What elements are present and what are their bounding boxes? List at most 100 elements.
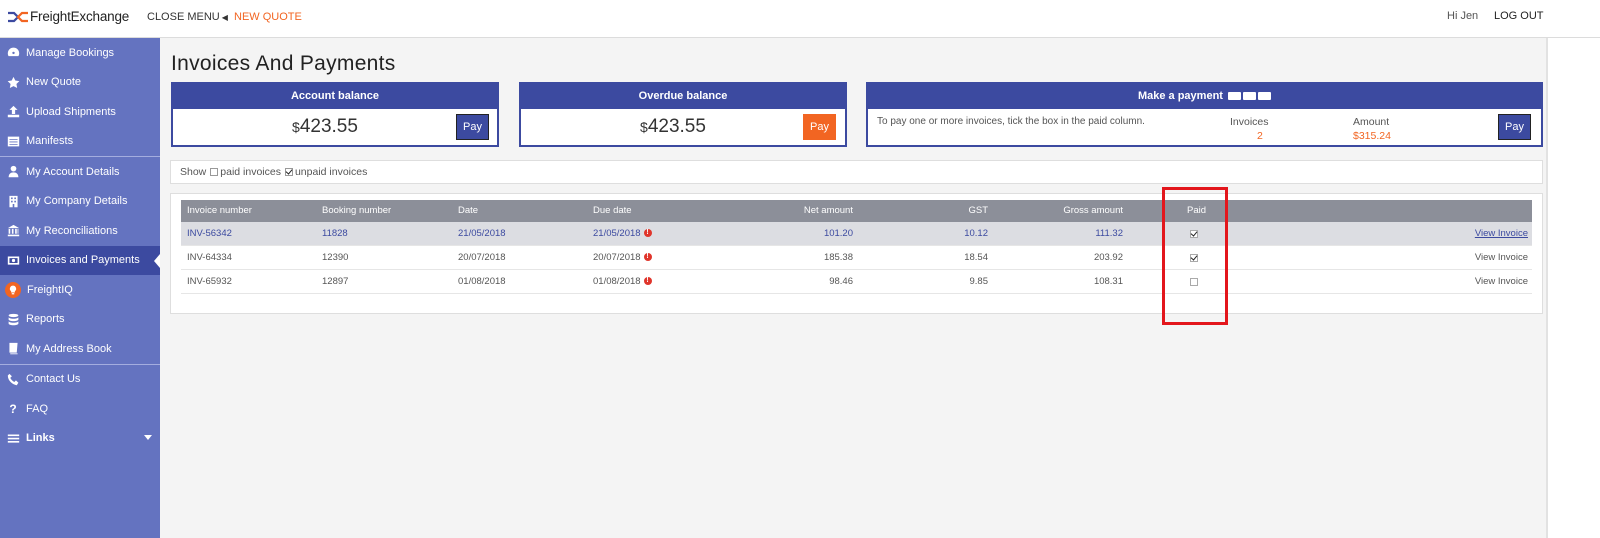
view-invoice-link[interactable]: View Invoice xyxy=(1475,270,1528,294)
gst-amount: 9.85 xyxy=(969,276,989,287)
sidebar: Manage Bookings New Quote Upload Shipmen… xyxy=(0,38,160,538)
invoices-label: Invoices xyxy=(1230,116,1269,128)
unpaid-invoices-checkbox[interactable] xyxy=(284,168,293,176)
bank-icon xyxy=(6,224,20,238)
sidebar-item-invoices-payments[interactable]: Invoices and Payments xyxy=(0,245,160,275)
sidebar-item-label: My Reconciliations xyxy=(26,224,118,237)
sidebar-item-label: Links xyxy=(26,432,55,445)
unpaid-invoices-label: unpaid invoices xyxy=(294,166,368,178)
sidebar-item-label: Manifests xyxy=(26,135,74,148)
new-quote-link[interactable]: NEW QUOTE xyxy=(234,11,302,23)
net-amount: 101.20 xyxy=(823,228,853,239)
sidebar-item-label: Manage Bookings xyxy=(26,46,115,59)
overdue-alert-icon: ! xyxy=(643,277,652,286)
due-date-cell: 20/07/2018! xyxy=(593,246,652,270)
sidebar-item-label: Contact Us xyxy=(26,373,81,386)
list-icon xyxy=(6,134,20,148)
column-header[interactable]: Date xyxy=(458,200,478,222)
net-amount: 185.38 xyxy=(823,252,853,263)
due-date-cell: 21/05/2018! xyxy=(593,222,652,246)
make-payment-pay-button[interactable]: Pay xyxy=(1498,114,1531,140)
top-bar: FreightExchange CLOSE MENU ◀ NEW QUOTE Hi… xyxy=(0,0,1600,38)
chevron-down-icon xyxy=(144,434,152,440)
sidebar-item-label: FreightIQ xyxy=(27,283,73,296)
invoice-number: INV-64334 xyxy=(187,252,232,263)
user-icon xyxy=(6,165,20,179)
logout-link[interactable]: LOG OUT xyxy=(1494,10,1544,22)
make-payment-card: Make a payment To pay one or more invoic… xyxy=(866,82,1543,147)
star-icon xyxy=(6,75,20,89)
upload-icon xyxy=(6,105,20,119)
card-title: Overdue balance xyxy=(521,84,845,109)
column-header[interactable]: Gross amount xyxy=(999,200,1123,222)
view-invoice-link[interactable]: View Invoice xyxy=(1475,222,1528,246)
overdue-pay-button[interactable]: Pay xyxy=(803,114,836,140)
page-title: Invoices And Payments xyxy=(171,52,396,75)
paid-invoices-label: paid invoices xyxy=(220,166,281,178)
gross-amount: 111.32 xyxy=(1095,228,1123,239)
invoice-number: INV-56342 xyxy=(187,228,232,239)
sidebar-item-account-details[interactable]: My Account Details xyxy=(0,157,160,187)
currency-symbol: $ xyxy=(292,119,300,135)
sidebar-item-address-book[interactable]: My Address Book xyxy=(0,334,160,364)
due-date: 20/07/2018 xyxy=(593,252,641,263)
column-header[interactable]: Net amount xyxy=(729,200,853,222)
due-date-cell: 01/08/2018! xyxy=(593,270,652,294)
amount-total: $315.24 xyxy=(1353,130,1391,142)
logo-mark-icon xyxy=(8,11,28,22)
phone-icon xyxy=(6,372,20,386)
table-row[interactable]: INV-64334 12390 20/07/2018 20/07/2018! 1… xyxy=(181,246,1532,270)
view-invoice-link[interactable]: View Invoice xyxy=(1475,246,1528,270)
sidebar-item-reconciliations[interactable]: My Reconciliations xyxy=(0,216,160,246)
due-date: 01/08/2018 xyxy=(593,276,641,287)
close-menu-button[interactable]: CLOSE MENU ◀ xyxy=(147,11,228,23)
building-icon xyxy=(6,194,20,208)
net-amount: 98.46 xyxy=(829,276,853,287)
account-pay-button[interactable]: Pay xyxy=(456,114,489,140)
sidebar-item-label: My Account Details xyxy=(26,165,120,178)
card-title-row: Make a payment xyxy=(868,84,1541,109)
sidebar-item-label: My Company Details xyxy=(26,195,128,208)
account-balance-card: Account balance $423.55 Pay xyxy=(171,82,499,147)
amount-value: 423.55 xyxy=(299,116,358,137)
sidebar-item-manage-bookings[interactable]: Manage Bookings xyxy=(0,38,160,68)
overdue-balance-card: Overdue balance $423.55 Pay xyxy=(519,82,847,147)
amount-value: 423.55 xyxy=(647,116,706,137)
database-icon xyxy=(6,312,20,326)
sidebar-item-freightiq[interactable]: FreightIQ xyxy=(0,275,160,305)
money-icon xyxy=(6,253,20,267)
sidebar-item-upload-shipments[interactable]: Upload Shipments xyxy=(0,97,160,127)
sidebar-item-faq[interactable]: ? FAQ xyxy=(0,394,160,424)
sidebar-item-new-quote[interactable]: New Quote xyxy=(0,68,160,98)
sidebar-item-links[interactable]: Links xyxy=(0,424,160,454)
gst-amount: 10.12 xyxy=(964,228,988,239)
dashboard-icon xyxy=(6,46,20,60)
card-title: Make a payment xyxy=(1137,90,1223,102)
logo[interactable]: FreightExchange xyxy=(8,9,129,24)
page-margin xyxy=(1548,38,1600,538)
column-header[interactable]: Booking number xyxy=(322,200,391,222)
sidebar-item-contact-us[interactable]: Contact Us xyxy=(0,365,160,395)
overdue-alert-icon: ! xyxy=(643,253,652,262)
question-icon: ? xyxy=(9,401,17,416)
table-row[interactable]: INV-56342 11828 21/05/2018 21/05/2018! 1… xyxy=(181,222,1532,246)
main-content: Invoices And Payments Account balance $4… xyxy=(160,38,1548,538)
sidebar-item-company-details[interactable]: My Company Details xyxy=(0,187,160,217)
column-header[interactable]: Due date xyxy=(593,200,632,222)
invoices-table: Invoice number Booking number Date Due d… xyxy=(170,193,1543,314)
payment-instructions: To pay one or more invoices, tick the bo… xyxy=(877,116,1145,127)
column-header[interactable]: Invoice number xyxy=(187,200,252,222)
payment-cards-icon xyxy=(1228,92,1272,101)
caret-left-icon: ◀ xyxy=(221,13,228,22)
booking-number: 12897 xyxy=(322,276,349,287)
table-row[interactable]: INV-65932 12897 01/08/2018 01/08/2018! 9… xyxy=(181,270,1532,294)
paid-invoices-checkbox[interactable] xyxy=(210,168,219,176)
column-header[interactable]: GST xyxy=(864,200,988,222)
booking-number: 12390 xyxy=(322,252,349,263)
overdue-balance-amount: $423.55 xyxy=(521,116,845,138)
sidebar-item-reports[interactable]: Reports xyxy=(0,305,160,335)
sidebar-item-manifests[interactable]: Manifests xyxy=(0,127,160,157)
gst-amount: 18.54 xyxy=(964,252,988,263)
card-title: Account balance xyxy=(173,84,497,109)
invoice-filter-bar: Show paid invoices unpaid invoices xyxy=(170,160,1543,184)
